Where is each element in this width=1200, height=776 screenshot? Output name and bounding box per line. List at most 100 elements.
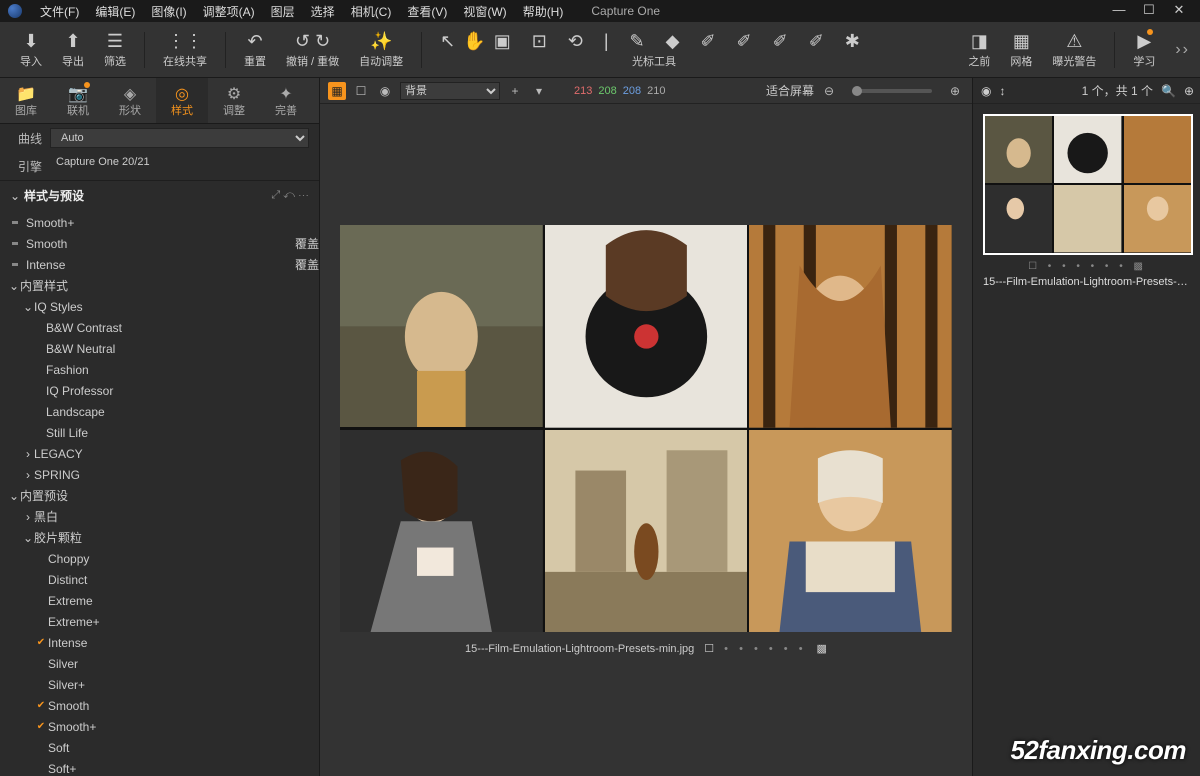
view-single-button[interactable]: ☐: [352, 82, 370, 100]
tab-shape[interactable]: ◈形状: [104, 78, 156, 123]
preset-item[interactable]: Silver: [0, 653, 319, 674]
thumb-rating-dots[interactable]: ☐ • • • • • • ▩: [983, 261, 1192, 272]
magic-wand-icon: ✨: [370, 31, 392, 53]
styles-section-header[interactable]: ⌄ 样式与预设 ⤢ ↶ ⋯: [0, 180, 319, 210]
style-item[interactable]: Still Life: [0, 422, 319, 443]
export-button[interactable]: ⬆导出: [52, 31, 94, 69]
flag-icon[interactable]: ▩: [817, 642, 827, 655]
toolbar-overflow-button[interactable]: ››: [1175, 41, 1190, 59]
shape-icon: ◈: [124, 84, 136, 102]
preset-item[interactable]: Extreme: [0, 590, 319, 611]
preset-item[interactable]: Smooth+: [0, 212, 319, 233]
browser-thumbnail[interactable]: ☐ • • • • • • ▩ 15---Film-Emulation-Ligh…: [973, 104, 1200, 298]
bw-node[interactable]: ›黑白: [0, 506, 319, 527]
section-title: 样式与预设: [24, 187, 271, 204]
preset-item[interactable]: Intense覆盖: [0, 254, 319, 275]
style-item[interactable]: Landscape: [0, 401, 319, 422]
undo-redo-icon: ↺ ↻: [295, 31, 330, 53]
menu-adjustments[interactable]: 调整项(A): [195, 3, 263, 20]
zoom-in-button[interactable]: ⊕: [946, 82, 964, 100]
builtin-styles-node[interactable]: ⌄内置样式: [0, 275, 319, 296]
background-select[interactable]: 背景: [400, 82, 500, 100]
grid-button[interactable]: ▦网格: [1000, 31, 1042, 69]
preset-item[interactable]: Soft+: [0, 758, 319, 776]
view-proof-button[interactable]: ◉: [376, 82, 394, 100]
preset-item[interactable]: Extreme+: [0, 611, 319, 632]
exposure-warning-button[interactable]: ⚠曝光警告: [1042, 31, 1106, 69]
tab-adjust[interactable]: ⚙调整: [208, 78, 260, 123]
window-maximize-icon[interactable]: ☐: [1134, 2, 1164, 18]
undo-redo-button[interactable]: ↺ ↻撤销 / 重做: [276, 31, 349, 69]
zoom-slider[interactable]: [852, 89, 932, 93]
style-item[interactable]: Fashion: [0, 359, 319, 380]
add-button[interactable]: +: [506, 82, 524, 100]
window-close-icon[interactable]: ✕: [1164, 2, 1194, 18]
legacy-node[interactable]: ›LEGACY: [0, 443, 319, 464]
menu-image[interactable]: 图像(I): [143, 3, 194, 20]
menu-edit[interactable]: 编辑(E): [87, 3, 143, 20]
dropdown-button[interactable]: ▾: [530, 82, 548, 100]
image-preview[interactable]: [340, 225, 952, 632]
curve-label: 曲线: [10, 130, 50, 147]
preset-item[interactable]: Distinct: [0, 569, 319, 590]
iq-styles-node[interactable]: ⌄IQ Styles: [0, 296, 319, 317]
import-button[interactable]: ⬇导入: [10, 31, 52, 69]
style-item[interactable]: B&W Neutral: [0, 338, 319, 359]
tab-styles[interactable]: ◎样式: [156, 78, 208, 123]
sort-icon[interactable]: ↕: [999, 84, 1005, 98]
tab-tether[interactable]: 📷联机: [52, 78, 104, 123]
menu-camera[interactable]: 相机(C): [343, 3, 400, 20]
preset-item[interactable]: ✔Intense: [0, 632, 319, 653]
share-button[interactable]: ⋮⋮在线共享: [153, 31, 217, 69]
color-tag-dots[interactable]: • • • • • •: [724, 643, 806, 655]
zoom-out-button[interactable]: ⊖: [820, 82, 838, 100]
item-count: 1 个，共 1 个: [1013, 82, 1153, 99]
cursor-tools-icons[interactable]: ↖ ✋ ▣ ⊡ ⟲ | ✎ ◆ ✐ ✐ ✐ ✐ ✱: [440, 31, 868, 53]
zoom-fit-label[interactable]: 适合屏幕: [766, 82, 814, 99]
menu-help[interactable]: 帮助(H): [515, 3, 572, 20]
chevron-right-icon: ›: [22, 468, 34, 482]
preset-item[interactable]: Smooth覆盖: [0, 233, 319, 254]
spring-node[interactable]: ›SPRING: [0, 464, 319, 485]
preset-item[interactable]: Choppy: [0, 548, 319, 569]
menu-window[interactable]: 视窗(W): [455, 3, 514, 20]
reset-icon: ↶: [247, 31, 262, 53]
tab-library[interactable]: 📁图库: [0, 78, 52, 123]
preset-item[interactable]: ✔Smooth: [0, 695, 319, 716]
menu-layer[interactable]: 图层: [263, 3, 303, 20]
section-actions[interactable]: ⤢ ↶ ⋯: [271, 189, 309, 202]
app-name: Capture One: [591, 4, 660, 18]
window-minimize-icon[interactable]: —: [1104, 2, 1134, 18]
auto-adjust-button[interactable]: ✨自动调整: [349, 31, 413, 69]
filename-label: 15---Film-Emulation-Lightroom-Presets-mi…: [465, 643, 694, 655]
styles-tree: Smooth+Smooth覆盖Intense覆盖 ⌄内置样式 ⌄IQ Style…: [0, 210, 319, 776]
style-item[interactable]: B&W Contrast: [0, 317, 319, 338]
menu-file[interactable]: 文件(F): [32, 3, 87, 20]
menu-select[interactable]: 选择: [303, 3, 343, 20]
rating-box-icon[interactable]: ☐: [704, 642, 714, 655]
filter-button[interactable]: ☰筛选: [94, 31, 136, 69]
before-button[interactable]: ◨之前: [958, 31, 1000, 69]
styles-icon: ◎: [175, 84, 189, 102]
chevron-right-icon: ›: [22, 447, 34, 461]
preset-item[interactable]: Silver+: [0, 674, 319, 695]
left-panel: 📁图库 📷联机 ◈形状 ◎样式 ⚙调整 ✦完善 ⋮ 曲线 Auto 引擎 Cap…: [0, 78, 320, 776]
sort-button[interactable]: ⊕: [1184, 84, 1194, 98]
search-icon[interactable]: 🔍: [1161, 84, 1176, 98]
engine-row: 引擎 Capture One 20/21: [0, 152, 319, 180]
builtin-presets-node[interactable]: ⌄内置预设: [0, 485, 319, 506]
preset-item[interactable]: ✔Smooth+: [0, 716, 319, 737]
learn-button[interactable]: ▶学习: [1123, 31, 1165, 69]
tab-refine[interactable]: ✦完善: [260, 78, 312, 123]
style-item[interactable]: IQ Professor: [0, 380, 319, 401]
menu-view[interactable]: 查看(V): [399, 3, 455, 20]
engine-value: Capture One 20/21: [50, 156, 309, 176]
curve-select[interactable]: Auto: [50, 128, 309, 148]
reset-button[interactable]: ↶重置: [234, 31, 276, 69]
view-grid-button[interactable]: ▦: [328, 82, 346, 100]
eye-icon[interactable]: ◉: [981, 84, 991, 98]
chevron-down-icon: ⌄: [22, 300, 34, 314]
preset-item[interactable]: Soft: [0, 737, 319, 758]
folder-icon: 📁: [16, 84, 36, 102]
grain-node[interactable]: ⌄胶片颗粒: [0, 527, 319, 548]
